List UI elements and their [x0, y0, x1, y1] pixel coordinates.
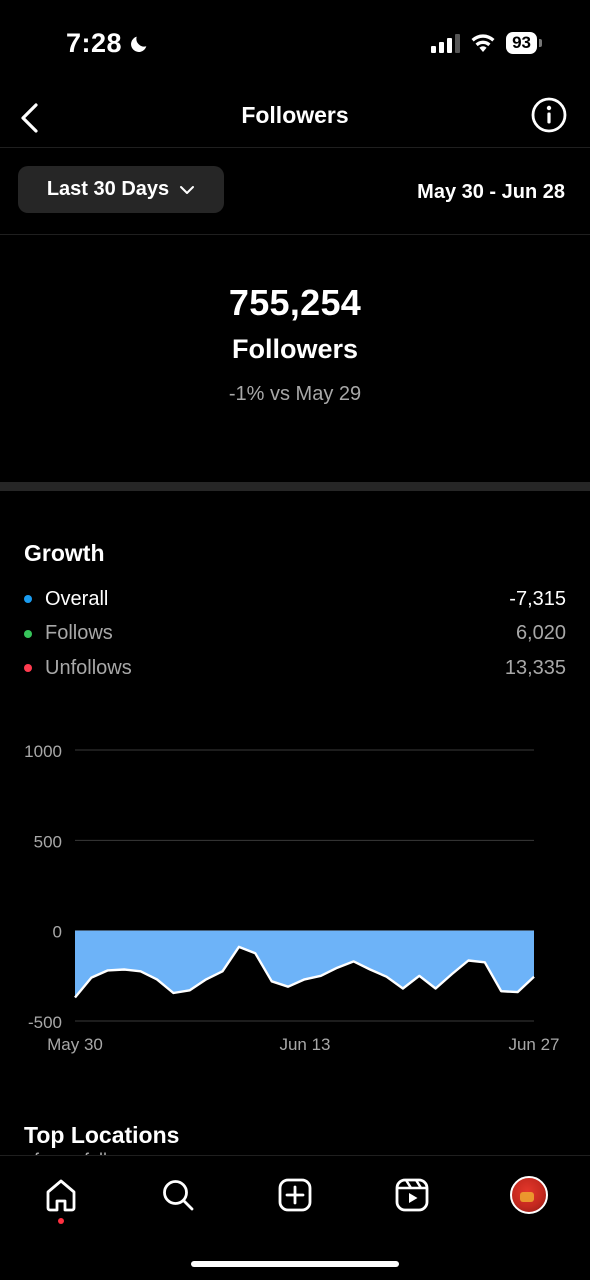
status-indicators: 93	[431, 32, 542, 54]
status-bar: 7:28 93	[0, 0, 590, 88]
y-tick-label: -500	[28, 1013, 62, 1032]
moon-icon	[131, 36, 147, 52]
unfollows-dot	[24, 664, 32, 673]
y-tick-label: 500	[34, 832, 62, 851]
top-locations-title: Top Locations	[24, 1122, 180, 1148]
follower-count: 755,254	[228, 282, 362, 323]
home-icon	[46, 1179, 76, 1212]
overall-dot	[24, 595, 32, 604]
search-icon	[163, 1180, 194, 1211]
nav-reels[interactable]	[390, 1173, 434, 1217]
legend-label: Unfollows	[45, 656, 132, 679]
legend-label: Follows	[45, 622, 113, 645]
filter-row: Last 30 Days May 30 - Jun 28	[0, 148, 590, 235]
date-range-label: Last 30 Days	[46, 178, 170, 200]
nav-home[interactable]	[39, 1173, 83, 1217]
legend-overall: Overall -7,315	[24, 582, 566, 617]
followers-summary: 755,254 Followers -1% vs May 29	[0, 235, 590, 482]
chevron-down-icon	[180, 185, 195, 194]
x-tick-label: Jun 27	[508, 1035, 559, 1054]
profile-avatar	[510, 1176, 548, 1214]
create-icon	[278, 1178, 312, 1212]
battery-level: 93	[506, 32, 537, 54]
legend-follows: Follows 6,020	[24, 617, 566, 652]
info-icon	[531, 97, 567, 133]
legend-value: 13,335	[504, 656, 566, 679]
battery-icon: 93	[506, 32, 542, 54]
clock: 7:28	[66, 28, 123, 58]
cellular-signal-icon	[431, 33, 461, 53]
x-tick-label: Jun 13	[279, 1035, 330, 1054]
nav-create[interactable]	[273, 1173, 317, 1217]
y-tick-label: 1000	[24, 742, 62, 761]
header: Followers	[0, 88, 590, 148]
notification-dot	[58, 1218, 64, 1224]
follower-count-label: Followers	[231, 334, 359, 364]
wifi-icon	[471, 34, 495, 52]
date-range-dropdown[interactable]: Last 30 Days	[18, 166, 224, 213]
legend-value: -7,315	[509, 587, 566, 610]
follower-change: -1% vs May 29	[228, 383, 362, 405]
reels-icon	[395, 1178, 429, 1212]
growth-chart-svg: 1000 500 0 -500 May 30 Jun 13 Jun 27	[24, 742, 559, 1054]
follows-dot	[24, 629, 32, 638]
growth-chart: 1000 500 0 -500 May 30 Jun 13 Jun 27	[0, 730, 590, 1060]
section-divider	[0, 482, 590, 491]
page-title: Followers	[241, 102, 349, 128]
nav-search[interactable]	[156, 1173, 200, 1217]
date-range-text: May 30 - Jun 28	[417, 181, 565, 203]
nav-profile[interactable]	[507, 1173, 551, 1217]
status-time: 7:28	[66, 28, 150, 59]
x-tick-label: May 30	[47, 1035, 103, 1054]
info-button[interactable]	[530, 96, 568, 134]
growth-title: Growth	[24, 540, 105, 566]
y-tick-label: 0	[53, 923, 62, 942]
home-indicator	[191, 1261, 399, 1267]
growth-legend: Overall -7,315 Follows 6,020 Unfollows 1…	[24, 582, 566, 686]
legend-value: 6,020	[515, 622, 566, 645]
legend-label: Overall	[45, 587, 109, 610]
legend-unfollows: Unfollows 13,335	[24, 651, 566, 686]
